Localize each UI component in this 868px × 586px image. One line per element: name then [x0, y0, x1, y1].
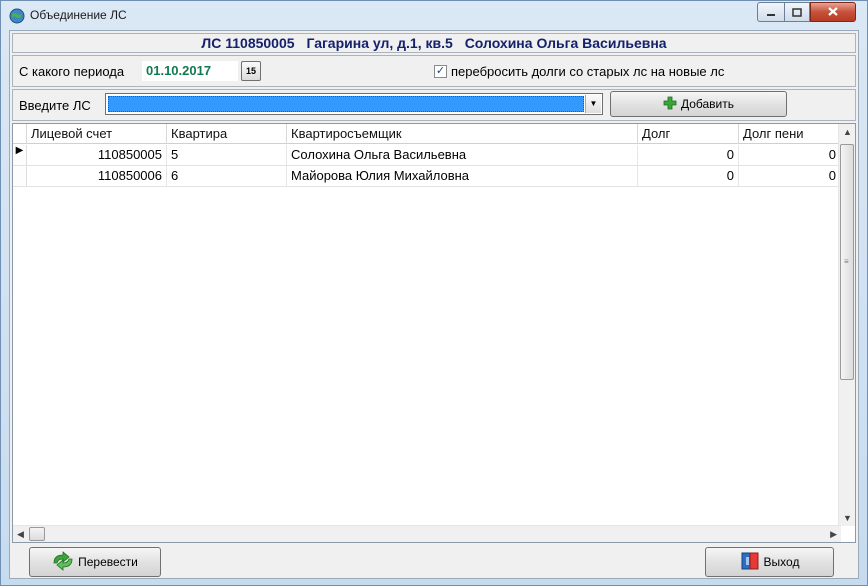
title-bar[interactable]: Объединение ЛС	[1, 1, 867, 29]
table-row[interactable]: ▶ 110850005 5 Солохина Ольга Васильевна …	[13, 145, 841, 166]
column-header-tenant[interactable]: Квартиросъемщик	[287, 124, 638, 144]
exit-button-label: Выход	[763, 555, 800, 569]
exit-button[interactable]: Выход	[705, 547, 834, 577]
header-account: ЛС 110850005	[201, 35, 295, 51]
column-header-debt[interactable]: Долг	[638, 124, 739, 144]
transfer-button-label: Перевести	[78, 555, 138, 569]
cell-apartment[interactable]: 5	[167, 145, 287, 165]
horizontal-scrollbar[interactable]: ◀ ▶	[13, 525, 841, 542]
calendar-button[interactable]: 15	[241, 61, 261, 81]
client-area: ЛС 110850005 Гагарина ул, д.1, кв.5 Соло…	[9, 30, 859, 579]
table-row[interactable]: 110850006 6 Майорова Юлия Михайловна 0 0	[13, 166, 841, 187]
column-header-penalty[interactable]: Долг пени	[739, 124, 841, 144]
add-button[interactable]: Добавить	[610, 91, 787, 117]
minimize-icon	[766, 5, 776, 20]
grid-header: Лицевой счет Квартира Квартиросъемщик До…	[13, 124, 841, 144]
cell-debt[interactable]: 0	[638, 166, 739, 186]
current-row-indicator-icon: ▶	[13, 145, 27, 165]
account-combobox-value[interactable]	[108, 96, 584, 112]
cell-debt[interactable]: 0	[638, 145, 739, 165]
exit-door-icon	[740, 551, 760, 574]
main-window: Объединение ЛС ЛС 110850005 Гагарина ул,…	[0, 0, 868, 586]
grid-corner	[13, 124, 27, 144]
column-header-apartment[interactable]: Квартира	[167, 124, 287, 144]
cell-account[interactable]: 110850005	[27, 145, 167, 165]
scroll-left-icon[interactable]: ◀	[17, 529, 24, 540]
grip-icon: ≡	[844, 257, 849, 266]
checkmark-icon: ✓	[435, 65, 446, 77]
plus-icon	[663, 96, 677, 113]
period-label: С какого периода	[19, 64, 125, 79]
account-header: ЛС 110850005 Гагарина ул, д.1, кв.5 Соло…	[12, 33, 856, 53]
globe-icon	[9, 8, 25, 24]
scroll-down-icon[interactable]: ▼	[843, 513, 852, 523]
account-input-row: Введите ЛС ▼ Добавить	[12, 89, 856, 121]
cell-tenant[interactable]: Майорова Юлия Михайловна	[287, 166, 638, 186]
scroll-up-icon[interactable]: ▲	[843, 127, 852, 137]
account-input-label: Введите ЛС	[19, 98, 91, 113]
combo-dropdown-button[interactable]: ▼	[585, 95, 601, 113]
chevron-down-icon: ▼	[589, 99, 598, 108]
account-combobox[interactable]: ▼	[105, 93, 603, 115]
calendar-icon: 15	[245, 66, 256, 76]
add-button-label: Добавить	[680, 97, 735, 111]
swap-arrows-icon	[52, 550, 74, 574]
period-date-field[interactable]: 01.10.2017	[142, 61, 238, 81]
cell-penalty[interactable]: 0	[739, 145, 841, 165]
footer: Перевести Выход	[12, 545, 856, 577]
close-button[interactable]	[810, 2, 856, 22]
transfer-debts-label: перебросить долги со старых лс на новые …	[451, 64, 725, 79]
scroll-right-icon[interactable]: ▶	[830, 529, 837, 540]
minimize-button[interactable]	[757, 2, 784, 22]
cell-tenant[interactable]: Солохина Ольга Васильевна	[287, 145, 638, 165]
horizontal-scroll-thumb[interactable]	[29, 527, 45, 541]
transfer-debts-checkbox[interactable]: ✓	[434, 65, 447, 78]
cell-penalty[interactable]: 0	[739, 166, 841, 186]
cell-account[interactable]: 110850006	[27, 166, 167, 186]
vertical-scroll-thumb[interactable]: ≡	[840, 144, 854, 380]
vertical-scrollbar[interactable]: ▲ ≡ ▼	[838, 124, 855, 526]
accounts-grid[interactable]: Лицевой счет Квартира Квартиросъемщик До…	[12, 123, 856, 543]
cell-apartment[interactable]: 6	[167, 166, 287, 186]
close-icon	[827, 5, 839, 20]
window-title: Объединение ЛС	[30, 8, 127, 22]
row-indicator	[13, 166, 27, 186]
header-address: Гагарина ул, д.1, кв.5	[306, 35, 453, 51]
maximize-button[interactable]	[784, 2, 810, 22]
period-row: С какого периода 01.10.2017 15 ✓ перебро…	[12, 55, 856, 87]
transfer-button[interactable]: Перевести	[29, 547, 161, 577]
header-owner: Солохина Ольга Васильевна	[464, 35, 667, 51]
maximize-icon	[792, 5, 802, 20]
column-header-account[interactable]: Лицевой счет	[27, 124, 167, 144]
